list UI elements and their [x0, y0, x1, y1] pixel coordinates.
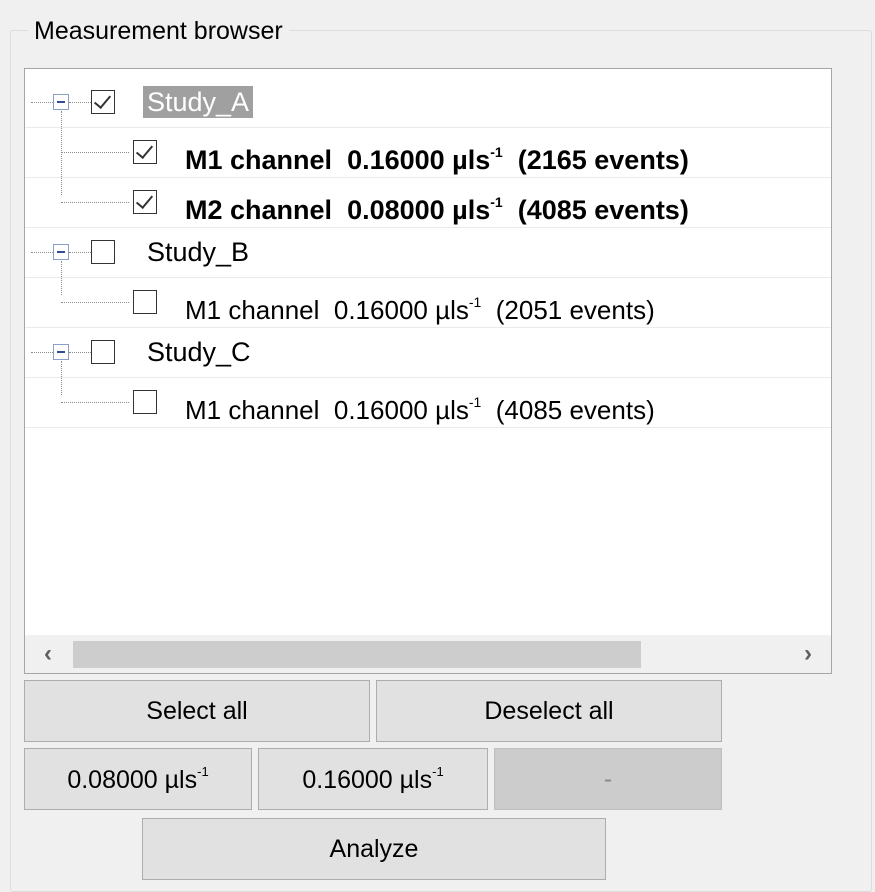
rate-empty-button: - [494, 748, 722, 810]
channel-name: M1 channel [185, 145, 333, 175]
collapse-icon[interactable] [53, 344, 69, 360]
rate-exponent: -1 [468, 394, 482, 410]
rate-0-08-button[interactable]: 0.08000 µls-1 [24, 748, 252, 810]
study-c-checkbox[interactable] [91, 340, 115, 364]
rate-3-label: - [603, 764, 613, 793]
channel-rate: 0.08000 µls [347, 195, 491, 225]
rate-exponent: -1 [490, 194, 503, 210]
deselect-all-label: Deselect all [484, 696, 614, 725]
rate-exponent: -1 [490, 144, 503, 160]
study-c-label: Study_C [147, 337, 251, 367]
select-all-label: Select all [146, 696, 248, 725]
collapse-icon[interactable] [53, 94, 69, 110]
collapse-icon[interactable] [53, 244, 69, 260]
channel-rate: 0.16000 µls [333, 395, 469, 425]
channel-events: (2051 events) [495, 295, 655, 325]
rate-1-label: 0.08000 µls-1 [67, 763, 209, 794]
study-a-m1-checkbox[interactable] [133, 140, 157, 164]
tree-node-study-a-m2[interactable]: M2 channel 0.08000 µls-1 (4085 events) [25, 177, 831, 228]
study-c-m1-checkbox[interactable] [133, 390, 157, 414]
channel-name: M2 channel [185, 195, 333, 225]
study-a-checkbox[interactable] [91, 90, 115, 114]
study-a-m2-checkbox[interactable] [133, 190, 157, 214]
rate-0-16-button[interactable]: 0.16000 µls-1 [258, 748, 488, 810]
analyze-label: Analyze [329, 834, 419, 863]
channel-rate: 0.16000 µls [347, 145, 491, 175]
rate-exponent: -1 [468, 294, 482, 310]
deselect-all-button[interactable]: Deselect all [376, 680, 722, 742]
study-a-label: Study_A [143, 86, 254, 118]
channel-events: (2165 events) [517, 145, 689, 175]
group-title: Measurement browser [28, 14, 289, 48]
scrollbar-thumb[interactable] [73, 641, 641, 668]
tree-node-study-b[interactable]: Study_B [25, 227, 831, 278]
tree-node-study-c-m1[interactable]: M1 channel 0.16000 µls-1 (4085 events) [25, 377, 831, 428]
measurement-tree[interactable]: Study_A M1 channel 0.16000 µls-1 (2165 e… [24, 68, 832, 674]
channel-events: (4085 events) [517, 195, 689, 225]
horizontal-scrollbar[interactable]: ‹ › [25, 635, 831, 673]
rate-2-label: 0.16000 µls-1 [302, 763, 444, 794]
analyze-button[interactable]: Analyze [142, 818, 606, 880]
tree-node-study-a[interactable]: Study_A [25, 77, 831, 128]
channel-events: (4085 events) [495, 395, 655, 425]
study-b-label: Study_B [147, 237, 250, 267]
tree-node-study-c[interactable]: Study_C [25, 327, 831, 378]
channel-name: M1 channel [185, 395, 320, 425]
channel-name: M1 channel [185, 295, 320, 325]
study-b-m1-checkbox[interactable] [133, 290, 157, 314]
tree-node-study-a-m1[interactable]: M1 channel 0.16000 µls-1 (2165 events) [25, 127, 831, 178]
tree-node-study-b-m1[interactable]: M1 channel 0.16000 µls-1 (2051 events) [25, 277, 831, 328]
chevron-right-icon[interactable]: › [793, 639, 823, 669]
chevron-left-icon[interactable]: ‹ [33, 639, 63, 669]
select-all-button[interactable]: Select all [24, 680, 370, 742]
channel-rate: 0.16000 µls [333, 295, 469, 325]
study-b-checkbox[interactable] [91, 240, 115, 264]
